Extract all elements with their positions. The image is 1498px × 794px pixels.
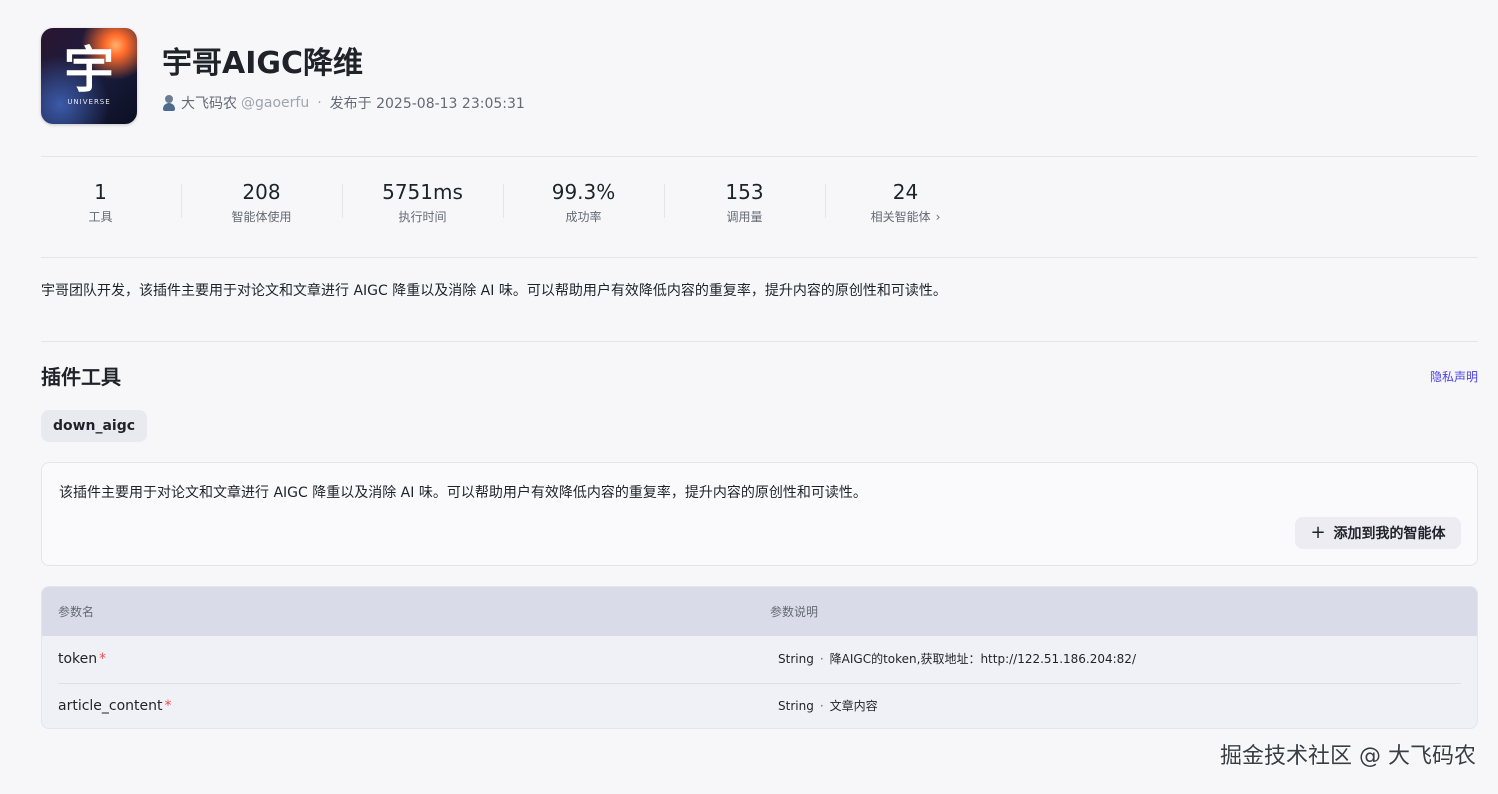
publish-time: 发布于 2025-08-13 23:05:31 (329, 96, 525, 112)
stat-agent-usage: 208 智能体使用 (181, 178, 342, 230)
header-param-name: 参数名 (58, 605, 95, 619)
stat-label: 智能体使用 (231, 210, 292, 224)
table-row: article_content * String · 文章内容 (42, 683, 1477, 728)
plugin-description: 宇哥团队开发，该插件主要用于对论文和文章进行 AIGC 降重以及消除 AI 味。… (41, 283, 947, 299)
divider (41, 341, 1478, 342)
author-handle: @gaoerfu (241, 95, 310, 111)
add-to-my-agent-button[interactable]: + 添加到我的智能体 (1295, 517, 1461, 549)
watermark: 掘金技术社区 @ 大飞码农 (1220, 744, 1476, 769)
chevron-right-icon[interactable]: › (936, 207, 941, 227)
meta-separator: · (317, 95, 322, 111)
stat-label: 相关智能体 › (825, 207, 986, 227)
author-avatar-icon[interactable] (162, 95, 176, 111)
stat-label: 执行时间 (398, 210, 447, 224)
stat-value: 208 (242, 180, 281, 204)
param-name-text: article_content (58, 698, 163, 714)
param-desc-text: 降AIGC的token,获取地址：http://122.51.186.204:8… (829, 652, 1136, 666)
param-desc: String · 降AIGC的token,获取地址：http://122.51.18… (778, 649, 1136, 669)
stat-label: 成功率 (565, 210, 602, 224)
logo-glyph: 宇 (64, 41, 114, 99)
tools-section-title: 插件工具 (41, 365, 121, 389)
tool-card: 该插件主要用于对论文和文章进行 AIGC 降重以及消除 AI 味。可以帮助用户有… (41, 462, 1478, 566)
stat-value: 24 (892, 180, 919, 204)
required-mark: * (99, 651, 107, 667)
param-name: token * (58, 648, 106, 670)
tab-down-aigc[interactable]: down_aigc (41, 410, 147, 442)
stat-value: 153 (725, 180, 764, 204)
table-header: 参数名 参数说明 (42, 587, 1477, 636)
stat-call-count: 153 调用量 (664, 178, 825, 230)
param-sep: · (819, 699, 824, 713)
tool-description: 该插件主要用于对论文和文章进行 AIGC 降重以及消除 AI 味。可以帮助用户有… (59, 485, 867, 501)
author-name[interactable]: 大飞码农 (181, 93, 237, 113)
param-type: String (778, 652, 814, 666)
stat-label: 调用量 (726, 210, 763, 224)
param-desc-text: 文章内容 (829, 699, 878, 713)
param-name-text: token (58, 651, 98, 667)
plugin-meta: 大飞码农 @gaoerfu · 发布于 2025-08-13 23:05:31 (162, 93, 525, 113)
param-name: article_content * (58, 695, 172, 717)
stat-value: 5751ms (382, 180, 463, 204)
stat-related-agents[interactable]: 24 相关智能体 › (825, 178, 986, 230)
stats-bar: 1 工具 208 智能体使用 5751ms 执行时间 99.3% 成功率 153… (20, 178, 986, 230)
stat-tools: 1 工具 (20, 178, 181, 230)
param-sep: · (819, 652, 824, 666)
add-button-label: 添加到我的智能体 (1333, 526, 1446, 542)
related-agents-label[interactable]: 相关智能体 (871, 210, 931, 224)
table-row: token * String · 降AIGC的token,获取地址：http://12… (42, 636, 1477, 683)
privacy-policy-link[interactable]: 隐私声明 (1430, 367, 1478, 387)
plugin-logo: 宇 UNIVERSE (41, 28, 137, 124)
stat-value: 1 (94, 180, 107, 204)
stat-exec-time: 5751ms 执行时间 (342, 178, 503, 230)
stat-success-rate: 99.3% 成功率 (503, 178, 664, 230)
params-table: 参数名 参数说明 token * String · 降AIGC的token,获取地址：… (41, 586, 1478, 729)
divider (41, 257, 1478, 258)
plugin-detail-page: 宇 UNIVERSE 宇哥AIGC降维 大飞码农 @gaoerfu · 发布于 … (0, 0, 1498, 794)
stat-label: 工具 (88, 210, 113, 224)
plugin-title: 宇哥AIGC降维 (162, 46, 364, 81)
stat-value: 99.3% (551, 180, 616, 204)
param-desc: String · 文章内容 (778, 696, 878, 716)
logo-subtext: UNIVERSE (67, 98, 111, 106)
required-mark: * (164, 698, 172, 714)
header-param-desc: 参数说明 (770, 605, 819, 619)
plus-icon: + (1310, 522, 1326, 543)
divider (41, 156, 1478, 157)
param-type: String (778, 699, 814, 713)
plugin-header: 宇 UNIVERSE 宇哥AIGC降维 大飞码农 @gaoerfu · 发布于 … (41, 28, 1478, 124)
